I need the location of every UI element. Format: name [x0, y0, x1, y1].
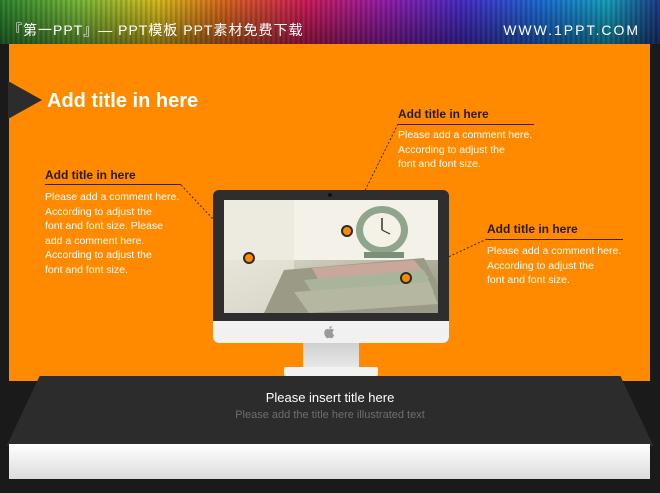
- top-right-block-line: According to adjust the: [398, 143, 505, 156]
- right-block-rule: [487, 239, 623, 240]
- right-block-text: Please add a comment here. According to …: [487, 244, 621, 288]
- left-block-line: According to adjust the: [45, 249, 152, 262]
- callout-dot-left: [243, 252, 255, 264]
- desk-clock-picture: [224, 200, 438, 313]
- callout-dot-right: [400, 272, 412, 284]
- top-right-block-title: Add title in here: [398, 107, 489, 121]
- left-block-line: Please add a comment here.: [45, 191, 180, 203]
- bottom-subtitle: Please add the title here illustrated te…: [235, 409, 425, 421]
- monitor: [213, 190, 449, 343]
- monitor-chin: [213, 321, 449, 343]
- left-block-rule: [45, 184, 181, 185]
- left-block-line: font and font size. Please: [45, 220, 163, 233]
- site-url-link[interactable]: WWW.1PPT.COM: [503, 22, 640, 38]
- bottom-title: Please insert title here: [265, 390, 395, 405]
- left-block-text: Please add a comment here. According to …: [45, 190, 179, 278]
- monitor-stand-neck: [303, 343, 359, 367]
- right-block-line: Please add a comment here.: [487, 245, 622, 257]
- callout-dot-top: [341, 225, 353, 237]
- right-block-line: font and font size.: [487, 274, 570, 287]
- camera-dot: [328, 193, 332, 197]
- site-header-title[interactable]: 『第一PPT』— PPT模板 PPT素材免费下载: [8, 20, 303, 40]
- right-block-title: Add title in here: [487, 222, 578, 236]
- top-right-block-text: Please add a comment here. According to …: [398, 128, 532, 172]
- monitor-stand-foot: [284, 367, 378, 376]
- right-block-line: According to adjust the: [487, 259, 594, 272]
- apple-logo-icon: [324, 326, 335, 339]
- left-block-line: add a comment here.: [45, 234, 145, 247]
- left-block-title: Add title in here: [45, 168, 136, 182]
- top-right-block-line: font and font size.: [398, 158, 481, 171]
- left-block-line: font and font size.: [45, 263, 128, 276]
- bottom-base-strip: [9, 444, 650, 479]
- top-right-block-rule: [398, 124, 534, 125]
- left-block-line: According to adjust the: [45, 205, 152, 218]
- top-right-block-line: Please add a comment here.: [398, 129, 533, 141]
- monitor-screen-image: [224, 200, 438, 313]
